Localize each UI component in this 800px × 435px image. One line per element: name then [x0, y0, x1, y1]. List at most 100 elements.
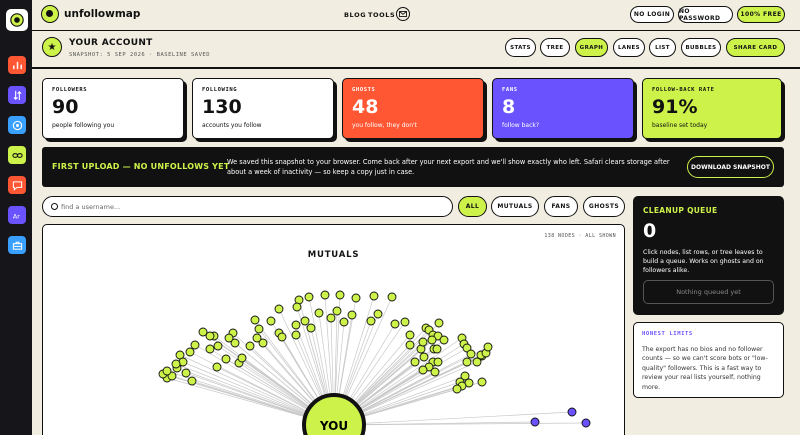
nav-tools-link[interactable]: TOOLS — [368, 11, 395, 19]
card-label: FANS — [502, 87, 518, 93]
mutual-node[interactable] — [250, 315, 260, 325]
mutual-node[interactable] — [332, 306, 342, 316]
mutual-node[interactable] — [326, 313, 336, 323]
view-lanes-button[interactable]: LANES — [613, 38, 645, 57]
mutual-node[interactable] — [252, 333, 262, 343]
following-card[interactable]: FOLLOWING 130 accounts you follow — [192, 78, 334, 139]
mutual-node[interactable] — [300, 316, 310, 326]
fan-node[interactable] — [581, 418, 591, 428]
mutual-node[interactable] — [335, 290, 345, 300]
mutual-node[interactable] — [224, 333, 234, 343]
fans-card[interactable]: FANS 8 follow back? — [492, 78, 634, 139]
mutual-node[interactable] — [254, 324, 264, 334]
mutual-node[interactable] — [187, 376, 197, 386]
logo-icon[interactable] — [41, 5, 59, 23]
follow-back-rate-card[interactable]: FOLLOW-BACK RATE 91% baseline set today — [642, 78, 782, 139]
mutual-node[interactable] — [314, 308, 324, 318]
mutual-node[interactable] — [434, 318, 444, 328]
mutual-node[interactable] — [205, 344, 215, 354]
mutual-node[interactable] — [366, 316, 376, 326]
card-value: 130 — [202, 96, 242, 118]
mutual-node[interactable] — [466, 349, 476, 359]
mutual-node[interactable] — [181, 368, 191, 378]
brand-name[interactable]: unfollowmap — [64, 8, 140, 20]
nav-blog-link[interactable]: BLOG — [344, 11, 366, 19]
mutual-node[interactable] — [291, 330, 301, 340]
mutual-node[interactable] — [221, 354, 231, 364]
mutual-node[interactable] — [462, 357, 472, 367]
mutual-node[interactable] — [418, 337, 428, 347]
filter-mutuals-button[interactable]: MUTUALS — [491, 196, 539, 217]
mutual-node[interactable] — [483, 342, 493, 352]
mail-button[interactable] — [396, 7, 410, 21]
mutual-node[interactable] — [430, 367, 440, 377]
mutual-node[interactable] — [320, 290, 330, 300]
search-box[interactable] — [42, 196, 453, 217]
mutual-node[interactable] — [213, 341, 223, 351]
mutual-node[interactable] — [291, 320, 301, 330]
mutual-node[interactable] — [373, 309, 383, 319]
network-graph[interactable]: YOU 138 NODES · ALL SHOWN MUTUALS — [42, 224, 625, 435]
mutual-node[interactable] — [339, 317, 349, 327]
mutual-node[interactable] — [162, 366, 172, 376]
mutual-node[interactable] — [400, 317, 410, 327]
mutual-node[interactable] — [427, 335, 437, 345]
view-tree-button[interactable]: TREE — [540, 38, 570, 57]
mutual-node[interactable] — [237, 353, 247, 363]
mutual-node[interactable] — [452, 384, 462, 394]
filter-all-button[interactable]: ALL — [458, 196, 487, 217]
mutual-node[interactable] — [185, 347, 195, 357]
filter-fans-button[interactable]: FANS — [544, 196, 578, 217]
download-snapshot-button[interactable]: DOWNLOAD SNAPSHOT — [687, 156, 774, 178]
rail-text-button[interactable]: Ar — [8, 206, 26, 224]
mutual-node[interactable] — [410, 357, 420, 367]
mutual-node[interactable] — [205, 331, 215, 341]
rail-briefcase-button[interactable] — [8, 236, 26, 254]
rail-home-button[interactable] — [6, 9, 28, 31]
first-upload-banner: FIRST UPLOAD — NO UNFOLLOWS YET We saved… — [42, 147, 784, 187]
mutual-node[interactable] — [387, 292, 397, 302]
mutual-node[interactable] — [439, 335, 449, 345]
mutual-node[interactable] — [212, 362, 222, 372]
view-graph-button[interactable]: GRAPH — [575, 38, 608, 57]
mutual-node[interactable] — [274, 304, 284, 314]
rail-target-button[interactable] — [8, 116, 26, 134]
rail-link-button[interactable] — [8, 146, 26, 164]
followers-card[interactable]: FOLLOWERS 90 people following you — [42, 78, 184, 139]
fan-node[interactable] — [567, 407, 577, 417]
filter-ghosts-button[interactable]: GHOSTS — [583, 196, 625, 217]
rail-chat-button[interactable] — [8, 176, 26, 194]
queue-status-button[interactable]: Nothing queued yet — [643, 280, 774, 304]
view-bubbles-button[interactable]: BUBBLES — [681, 38, 721, 57]
share-card-button[interactable]: SHARE CARD — [726, 38, 785, 57]
search-input[interactable] — [61, 200, 441, 213]
mutual-node[interactable] — [304, 292, 314, 302]
mutual-node[interactable] — [245, 341, 255, 351]
mutual-node[interactable] — [266, 316, 276, 326]
mutual-node[interactable] — [472, 357, 482, 367]
mutual-node[interactable] — [433, 357, 443, 367]
view-list-button[interactable]: LIST — [649, 38, 676, 57]
mutual-node[interactable] — [351, 293, 361, 303]
mutual-node[interactable] — [277, 332, 287, 342]
mutual-node[interactable] — [369, 291, 379, 301]
mutual-node[interactable] — [292, 302, 302, 312]
honest-limits-panel: HONEST LIMITS The export has no bios and… — [633, 322, 784, 398]
mutual-node[interactable] — [306, 323, 316, 333]
mutual-node[interactable] — [190, 340, 200, 350]
mutual-node[interactable] — [347, 310, 357, 320]
rail-compare-button[interactable] — [8, 86, 26, 104]
rail-stats-button[interactable] — [8, 56, 26, 74]
mutual-node[interactable] — [405, 330, 415, 340]
mutual-node[interactable] — [419, 352, 429, 362]
view-stats-button[interactable]: STATS — [505, 38, 536, 57]
mutual-node[interactable] — [477, 377, 487, 387]
card-note: baseline set today — [652, 122, 708, 129]
mutual-node[interactable] — [418, 365, 428, 375]
mutual-node[interactable] — [432, 344, 442, 354]
mutual-node[interactable] — [405, 340, 415, 350]
mutual-node[interactable] — [171, 359, 181, 369]
ghosts-card[interactable]: GHOSTS 48 you follow, they don't — [342, 78, 484, 139]
fan-node[interactable] — [530, 417, 540, 427]
mutual-node[interactable] — [390, 319, 400, 329]
